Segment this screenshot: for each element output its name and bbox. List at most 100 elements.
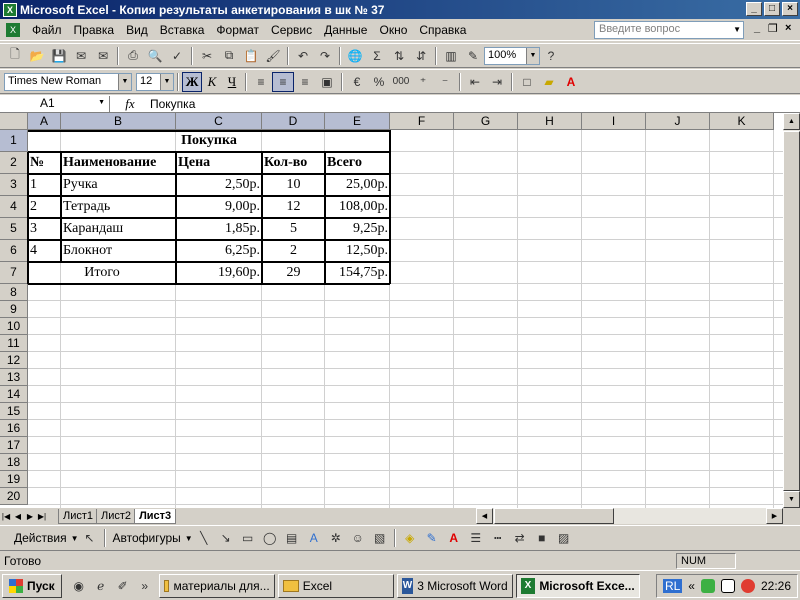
row-header-8[interactable]: 8 <box>0 284 28 301</box>
column-header-b[interactable]: B <box>61 113 176 130</box>
row-header-19[interactable]: 19 <box>0 471 28 488</box>
total-label-cell[interactable]: Итого <box>28 262 176 284</box>
line-color-icon[interactable]: ✎ <box>421 528 443 548</box>
actions-menu[interactable]: Действия <box>10 531 71 545</box>
clipart-icon[interactable]: ☺ <box>347 528 369 548</box>
total-price-cell[interactable]: 19,60р. <box>176 262 262 284</box>
sort-ascending-icon[interactable]: ⇅ <box>388 46 410 66</box>
doc-minimize-icon[interactable]: _ <box>754 22 760 34</box>
minimize-button[interactable]: _ <box>746 2 762 16</box>
data-cell[interactable]: 12,50р. <box>325 240 390 262</box>
name-box[interactable]: A1 ▼ <box>0 95 110 112</box>
column-header-d[interactable]: D <box>262 113 325 130</box>
sheet-tab-3[interactable]: Лист3 <box>134 508 177 524</box>
increase-indent-icon[interactable]: ⇥ <box>486 72 508 92</box>
menu-data[interactable]: Данные <box>318 23 373 37</box>
autoshapes-menu[interactable]: Автофигуры <box>109 531 185 545</box>
shadow-icon[interactable]: ■ <box>531 528 553 548</box>
column-header-e[interactable]: E <box>325 113 390 130</box>
column-header-g[interactable]: G <box>454 113 518 130</box>
data-cell[interactable]: 6,25р. <box>176 240 262 262</box>
drawing-icon[interactable]: ✎ <box>462 46 484 66</box>
row-header-7[interactable]: 7 <box>0 262 28 284</box>
row-header-1[interactable]: 1 <box>0 130 28 152</box>
row-header-20[interactable]: 20 <box>0 488 28 505</box>
row-header-6[interactable]: 6 <box>0 240 28 262</box>
header-cell[interactable]: Наименование <box>61 152 176 174</box>
row-header-5[interactable]: 5 <box>0 218 28 240</box>
data-cell[interactable]: 25,00р. <box>325 174 390 196</box>
language-indicator[interactable]: RL <box>662 579 683 593</box>
row-header-10[interactable]: 10 <box>0 318 28 335</box>
task-materials[interactable]: материалы для... <box>158 573 275 598</box>
task-excel[interactable]: X Microsoft Exce... <box>515 573 640 598</box>
scroll-left-icon[interactable]: ◀ <box>476 508 493 524</box>
hyperlink-icon[interactable]: 🌐 <box>344 46 366 66</box>
data-cell[interactable]: 2 <box>262 240 325 262</box>
show-desktop-icon[interactable]: ◉ <box>68 576 90 596</box>
row-header-17[interactable]: 17 <box>0 437 28 454</box>
menu-insert[interactable]: Вставка <box>154 23 211 37</box>
horizontal-scrollbar[interactable]: ◀ ▶ <box>476 508 783 524</box>
row-header-15[interactable]: 15 <box>0 403 28 420</box>
data-cell[interactable]: 3 <box>28 218 61 240</box>
redo-icon[interactable]: ↷ <box>314 46 336 66</box>
decrease-indent-icon[interactable]: ⇤ <box>464 72 486 92</box>
wordart-icon[interactable]: A <box>303 528 325 548</box>
excel-app-icon[interactable]: X <box>3 2 17 17</box>
merge-center-icon[interactable]: ▣ <box>316 72 338 92</box>
data-cell[interactable]: Карандаш <box>61 218 176 240</box>
format-painter-icon[interactable]: 🖌 <box>262 46 284 66</box>
save-icon[interactable]: 💾 <box>48 46 70 66</box>
row-header-11[interactable]: 11 <box>0 335 28 352</box>
data-cell[interactable]: 2 <box>28 196 61 218</box>
font-color-icon[interactable]: A <box>443 528 465 548</box>
textbox-icon[interactable]: ▤ <box>281 528 303 548</box>
fill-color-icon[interactable]: ◈ <box>399 528 421 548</box>
print-preview-icon[interactable]: 🔍 <box>144 46 166 66</box>
total-sum-cell[interactable]: 154,75р. <box>325 262 390 284</box>
menu-window[interactable]: Окно <box>373 23 413 37</box>
network-icon[interactable] <box>700 579 715 593</box>
3d-icon[interactable]: ▨ <box>553 528 575 548</box>
menu-file[interactable]: Файл <box>26 23 68 37</box>
prev-sheet-icon[interactable]: ◀ <box>12 512 24 521</box>
borders-icon[interactable]: □ <box>516 72 538 92</box>
row-header-4[interactable]: 4 <box>0 196 28 218</box>
data-cell[interactable]: 10 <box>262 174 325 196</box>
close-button[interactable]: × <box>782 2 798 16</box>
align-center-icon[interactable]: ≡ <box>272 71 294 92</box>
data-cell[interactable]: 108,00р. <box>325 196 390 218</box>
scroll-right-icon[interactable]: ▶ <box>766 508 783 524</box>
sort-descending-icon[interactable]: ⇵ <box>410 46 432 66</box>
doc-restore-icon[interactable]: ❐ <box>768 22 778 35</box>
align-right-icon[interactable]: ≡ <box>294 72 316 92</box>
italic-button[interactable]: К <box>202 72 222 92</box>
column-header-k[interactable]: K <box>710 113 774 130</box>
permission-icon[interactable]: ✉ <box>70 46 92 66</box>
antivirus-icon[interactable] <box>740 579 755 593</box>
scroll-thumb[interactable] <box>783 131 800 491</box>
select-objects-icon[interactable]: ↖ <box>79 528 101 548</box>
underline-button[interactable]: Ч <box>222 72 242 92</box>
row-header-2[interactable]: 2 <box>0 152 28 174</box>
data-cell[interactable]: Блокнот <box>61 240 176 262</box>
line-icon[interactable]: ╲ <box>193 528 215 548</box>
column-header-c[interactable]: C <box>176 113 262 130</box>
picture-icon[interactable]: ▧ <box>369 528 391 548</box>
row-header-3[interactable]: 3 <box>0 174 28 196</box>
scroll-up-icon[interactable]: ▲ <box>783 113 800 130</box>
undo-icon[interactable]: ↶ <box>292 46 314 66</box>
data-cell[interactable]: 5 <box>262 218 325 240</box>
fill-color-icon[interactable]: ▰ <box>538 72 560 92</box>
menu-view[interactable]: Вид <box>120 23 154 37</box>
header-cell[interactable]: Всего <box>325 152 390 174</box>
chevron-right-icon[interactable]: » <box>134 576 156 596</box>
oval-icon[interactable]: ◯ <box>259 528 281 548</box>
total-qty-cell[interactable]: 29 <box>262 262 325 284</box>
sheet-tab-2[interactable]: Лист2 <box>96 508 137 524</box>
sheet-tab-1[interactable]: Лист1 <box>58 508 99 524</box>
data-cell[interactable]: 1 <box>28 174 61 196</box>
next-sheet-icon[interactable]: ▶ <box>24 512 36 521</box>
scroll-down-icon[interactable]: ▼ <box>783 491 800 508</box>
